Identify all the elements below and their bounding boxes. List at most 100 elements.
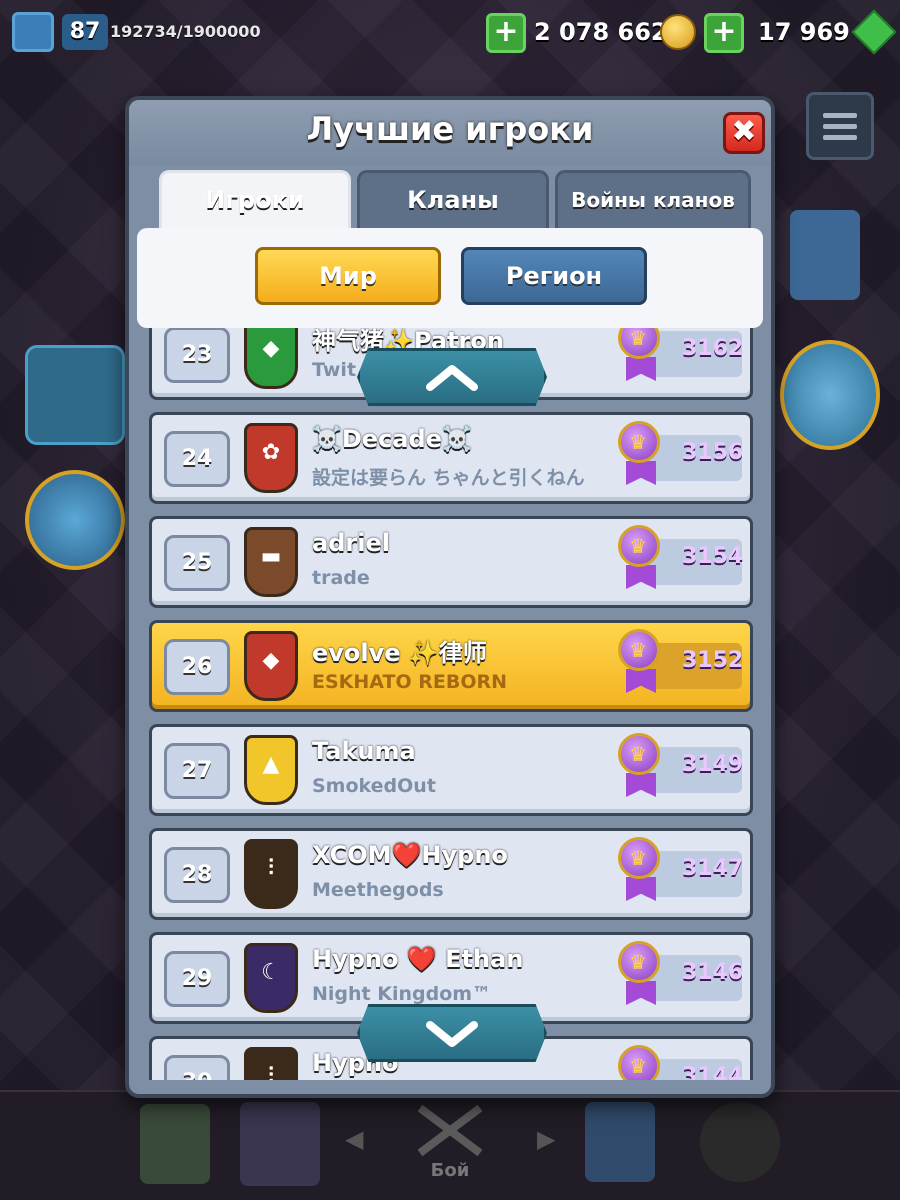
player-clan: 設定は要らん ちゃんと引くねん [312,467,585,489]
badge-symbol: ▲ [262,752,280,777]
player-clan: trade [312,567,370,589]
clan-badge-icon: ◆ [244,328,298,389]
trophy-ribbon [626,565,656,589]
gold-amount: 2 078 662 [534,18,668,46]
clan-tab-icon[interactable] [585,1102,655,1182]
player-clan: ESKHATO REBORN [312,671,508,693]
badge-symbol: ◆ [262,648,280,673]
scroll-down-button[interactable] [357,1004,547,1062]
events-tab-icon[interactable] [700,1102,780,1182]
gem-amount: 17 969 [758,18,850,46]
rank-number: 25 [164,535,230,591]
nav-left-arrow-icon[interactable]: ◀ [345,1125,363,1153]
boat-battle-icon[interactable] [25,470,125,570]
badge-symbol: ☾ [261,960,281,985]
shop-tab-icon[interactable] [140,1104,210,1184]
scroll-up-button[interactable] [357,348,547,406]
trophy-ribbon [626,773,656,797]
buy-gems-button[interactable]: + [704,13,744,53]
trophy-count: 3147 [682,856,744,881]
player-row[interactable]: 25 ▬ adriel trade ♛ 3154 [149,516,753,608]
rank-number: 27 [164,743,230,799]
dialog-header: Лучшие игроки ✖ [129,100,771,166]
clan-badge-icon: ⫶ [244,1047,298,1080]
clan-badge-icon: ▲ [244,735,298,805]
nav-right-arrow-icon[interactable]: ▶ [537,1125,555,1153]
fight-tab-icon[interactable] [400,1098,500,1158]
experience-icon [12,12,54,52]
trophy-count: 3156 [682,440,744,465]
xp-progress-text: 192734/1900000 [110,22,261,41]
shop-chest-icon[interactable] [25,345,125,445]
world-button[interactable]: Мир [255,247,441,305]
player-level: 87 [62,14,108,50]
badge-symbol: ▬ [260,544,282,569]
trophy-count: 3152 [682,648,744,673]
buy-gold-button[interactable]: + [486,13,526,53]
badge-symbol: ⫶ [268,856,274,881]
player-list[interactable]: 23 ◆ 神气猪✨Patron Twit ♛ 3162 24 ✿ ☠️Decade☠️ 設定は要ら… [129,328,771,1080]
tab-clan-wars[interactable]: Войны кланов [555,170,751,228]
bottom-navigation [0,1090,900,1200]
menu-button[interactable] [806,92,874,160]
tab-players[interactable]: Игроки [159,170,351,228]
trophy-crown-icon: ♛ [618,1045,660,1080]
player-clan: Night Kingdom™ [312,983,492,1005]
crown-tower-icon[interactable] [790,210,860,300]
gold-coin-icon [660,14,696,50]
player-clan: Meethegods [312,879,444,901]
fight-tab-label: Бой [430,1160,470,1181]
player-name: Hypno ❤️ Ethan [312,945,524,973]
player-row[interactable]: 26 ◆ evolve ✨律师 ESKHATO REBORN ♛ 3152 [149,620,753,712]
trophy-ribbon [626,981,656,1005]
top-resource-bar: 87 192734/1900000 + 2 078 662 + 17 969 [0,0,900,70]
crossed-swords-icon [417,1104,483,1157]
pass-royale-icon[interactable] [780,340,880,450]
trophy-ribbon [626,461,656,485]
trophy-count: 3144 [682,1064,744,1080]
rank-number: 24 [164,431,230,487]
player-name: evolve ✨律师 [312,639,487,667]
trophy-count: 3149 [682,752,744,777]
trophy-count: 3154 [682,544,744,569]
close-button[interactable]: ✖ [723,112,765,154]
trophy-crown-icon: ♛ [618,525,660,567]
rank-number: 29 [164,951,230,1007]
tab-clans[interactable]: Кланы [357,170,549,228]
trophy-count: 3146 [682,960,744,985]
trophy-crown-icon: ♛ [618,629,660,671]
trophy-crown-icon: ♛ [618,733,660,775]
leaderboard-dialog: Лучшие игроки ✖ Игроки Кланы Войны клано… [125,96,775,1098]
player-clan: Twit [312,359,357,381]
clan-badge-icon: ◆ [244,631,298,701]
trophy-count: 3162 [682,336,744,361]
hamburger-icon [823,113,857,140]
chevron-up-icon [426,365,478,391]
player-name: XCOM❤️Hypno [312,841,508,869]
badge-symbol: ✿ [261,440,281,465]
clan-badge-icon: ▬ [244,527,298,597]
badge-symbol: ◆ [262,336,280,361]
player-name: Takuma [312,737,416,765]
rank-number: 23 [164,328,230,383]
rank-number: 30 [164,1055,230,1080]
cards-tab-icon[interactable] [240,1102,320,1186]
player-row[interactable]: 24 ✿ ☠️Decade☠️ 設定は要らん ちゃんと引くねん ♛ 3156 [149,412,753,504]
dialog-title: Лучшие игроки [306,110,594,148]
player-clan: SmokedOut [312,775,436,797]
player-name: ☠️Decade☠️ [312,425,472,453]
player-row[interactable]: 28 ⫶ XCOM❤️Hypno Meethegods ♛ 3147 [149,828,753,920]
player-name: adriel [312,529,390,557]
player-row[interactable]: 27 ▲ Takuma SmokedOut ♛ 3149 [149,724,753,816]
trophy-ribbon [626,877,656,901]
trophy-ribbon [626,669,656,693]
clan-badge-icon: ☾ [244,943,298,1013]
region-button[interactable]: Регион [461,247,647,305]
trophy-ribbon [626,357,656,381]
chevron-down-icon [426,1021,478,1047]
gem-icon [851,9,897,55]
scope-selector: Мир Регион [137,228,763,328]
trophy-crown-icon: ♛ [618,421,660,463]
trophy-crown-icon: ♛ [618,941,660,983]
rank-number: 26 [164,639,230,695]
